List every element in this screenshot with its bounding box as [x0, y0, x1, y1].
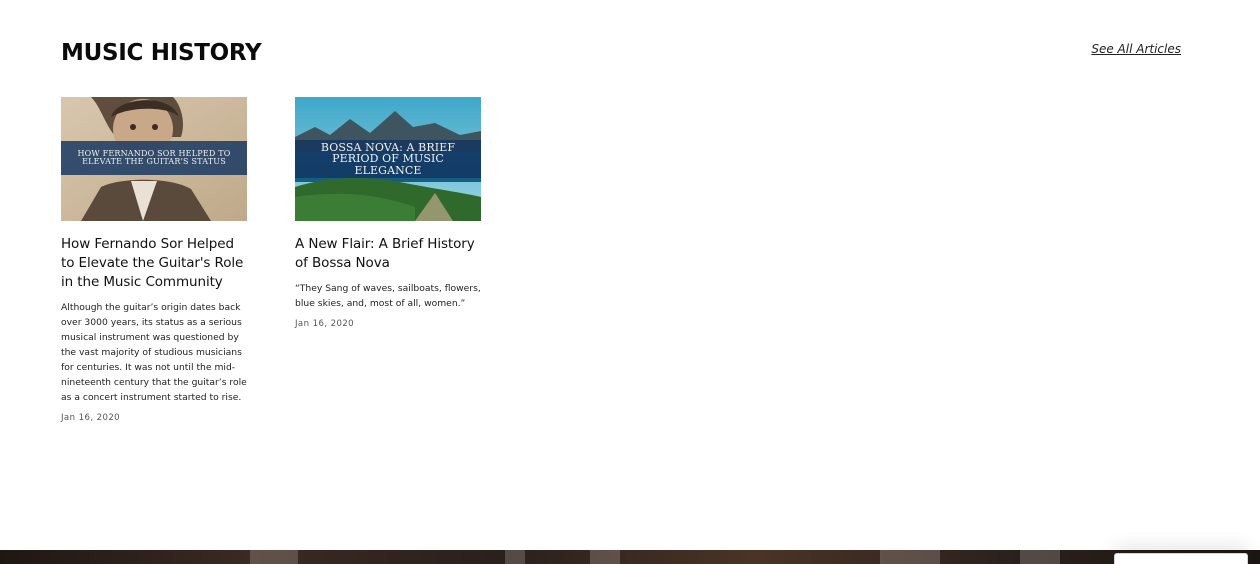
article-date: Jan 16, 2020 [295, 319, 355, 329]
footer-decor [880, 550, 940, 564]
article-title[interactable]: A New Flair: A Brief History of Bossa No… [295, 235, 481, 273]
see-all-articles-link[interactable]: See All Articles [1091, 42, 1181, 56]
article-title[interactable]: How Fernando Sor Helped to Elevate the G… [61, 235, 247, 292]
chat-widget[interactable] [1114, 553, 1248, 564]
article-thumbnail[interactable]: HOW FERNANDO SOR HELPED TO ELEVATE THE G… [61, 97, 247, 221]
section-title: MUSIC HISTORY [61, 40, 262, 66]
thumbnail-banner-text: BOSSA NOVA: A BRIEF PERIOD OF MUSIC ELEG… [295, 140, 481, 178]
article-excerpt: “They Sang of waves, sailboats, flowers,… [295, 283, 481, 309]
article-card: HOW FERNANDO SOR HELPED TO ELEVATE THE G… [61, 97, 247, 423]
footer-decor [590, 550, 620, 564]
footer-decor [250, 550, 298, 564]
article-excerpt: Although the guitar’s origin dates back … [61, 302, 247, 403]
footer-decor [505, 550, 525, 564]
thumbnail-banner-text: HOW FERNANDO SOR HELPED TO ELEVATE THE G… [61, 141, 247, 175]
footer-decor [1020, 550, 1060, 564]
article-thumbnail[interactable]: BOSSA NOVA: A BRIEF PERIOD OF MUSIC ELEG… [295, 97, 481, 221]
article-card: BOSSA NOVA: A BRIEF PERIOD OF MUSIC ELEG… [295, 97, 481, 329]
footer-background [0, 550, 1260, 564]
article-date: Jan 16, 2020 [61, 413, 121, 423]
